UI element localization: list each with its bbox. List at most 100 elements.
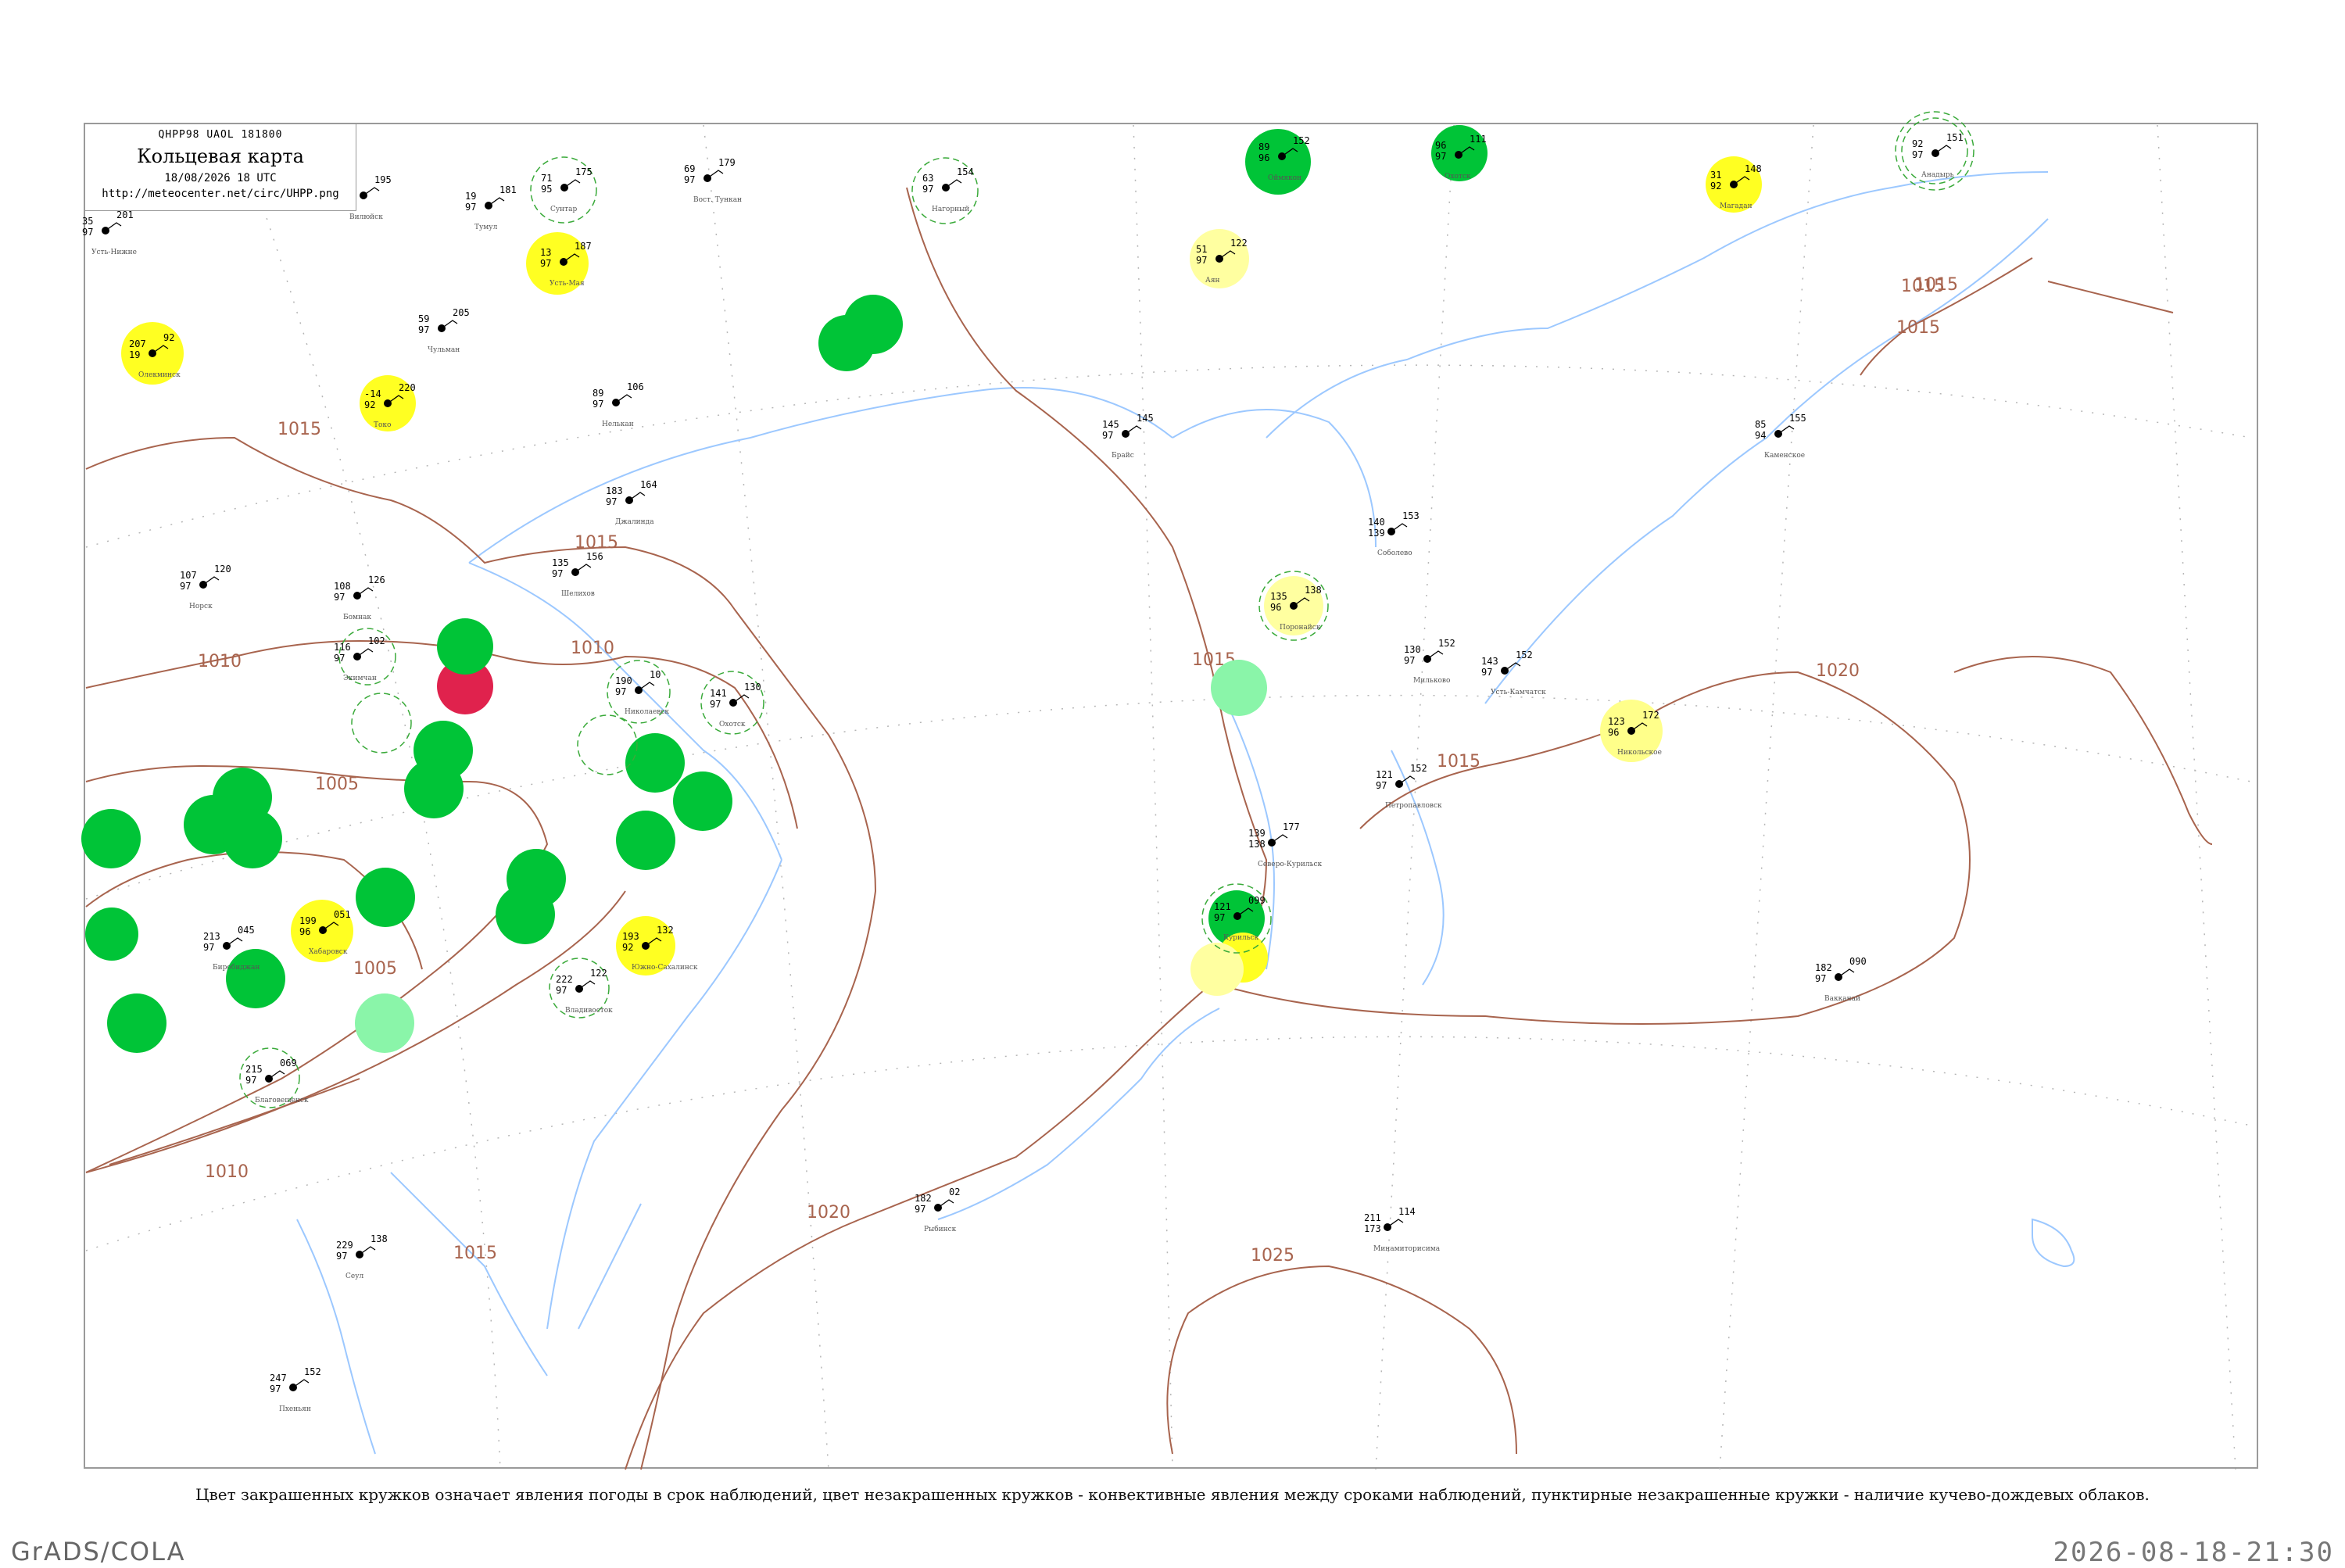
station-temperature: 182: [915, 1193, 932, 1204]
cb-circle: [577, 714, 638, 775]
station-pressure: 138: [371, 1233, 388, 1244]
station-dewpoint: 92: [1710, 181, 1721, 192]
station-plot: 24797 152 Пхеньян: [270, 1366, 321, 1413]
wind-barb: [578, 980, 596, 990]
station-temperature: 130: [1404, 644, 1421, 655]
station-dewpoint: 97: [684, 174, 695, 185]
station-temperature: 207: [129, 338, 146, 349]
station-dewpoint: 94: [1755, 430, 1766, 441]
station-plot: 7195 175 Сунтар: [541, 166, 593, 213]
wind-barb: [638, 682, 655, 691]
station-name: Минамиторисима: [1373, 1245, 1441, 1253]
station-pressure: 045: [238, 925, 255, 936]
station-pressure: 138: [1305, 585, 1322, 596]
wind-barb: [202, 576, 220, 585]
station-pressure: 02: [949, 1187, 960, 1197]
station-dewpoint: 97: [1214, 912, 1225, 923]
isobar-label: 1015: [1896, 318, 1940, 338]
station-temperature: 121: [1376, 769, 1393, 780]
station-name: Оймякон: [1268, 174, 1301, 182]
station-name: Норск: [189, 603, 213, 610]
station-pressure: 92: [163, 332, 174, 343]
station-temperature: 247: [270, 1373, 287, 1384]
station-name: Олекминск: [138, 371, 181, 379]
wind-barb: [292, 1379, 310, 1388]
wind-barb: [628, 492, 646, 501]
station-dewpoint: 19: [129, 349, 140, 360]
station-name: Соболево: [1377, 549, 1412, 557]
station-pressure: 122: [1230, 238, 1248, 249]
station-name: Экимчан: [343, 675, 377, 682]
station-temperature: 89: [1258, 141, 1269, 152]
wind-barb: [1838, 968, 1855, 978]
isobar-label: 1025: [1251, 1246, 1294, 1265]
wind-barb: [359, 1246, 376, 1255]
station-pressure: 152: [1410, 763, 1427, 774]
station-dewpoint: 97: [270, 1384, 281, 1394]
station-plot: 14597145Брайс: [1102, 413, 1154, 460]
station-dewpoint: 97: [336, 1251, 347, 1262]
station-temperature: 193: [622, 931, 639, 942]
station-plot: 18397 164 Джалинда: [606, 479, 657, 526]
station-temperature: 19: [465, 191, 476, 202]
station-pressure: 10: [650, 669, 661, 680]
isobar-label: 1010: [198, 652, 242, 671]
cb-circle: [351, 693, 412, 754]
station-name: Охотск: [1445, 173, 1471, 181]
station-pressure: 106: [627, 381, 644, 392]
station-dewpoint: 173: [1364, 1223, 1381, 1234]
station-temperature: 96: [1435, 140, 1446, 151]
station-dewpoint: 97: [465, 202, 476, 213]
station-pressure: 153: [1402, 510, 1420, 521]
station-temperature: 71: [541, 173, 552, 184]
station-pressure: 090: [1849, 956, 1867, 967]
station-dewpoint: 139: [1368, 528, 1385, 539]
rain-circle: [625, 733, 685, 793]
rain-circle: [437, 618, 493, 675]
coastlines: [296, 171, 2075, 1455]
rain-circle: [85, 908, 138, 961]
isobar-label: 1015: [1437, 752, 1480, 771]
isobars: [85, 187, 2213, 1470]
station-dewpoint: 96: [299, 926, 310, 937]
station-plot: 12197 152 Петропавловск: [1376, 763, 1442, 810]
station-plot: 139138 177 Северо-Курильск: [1248, 822, 1323, 868]
station-temperature: 59: [418, 313, 429, 324]
station-name: Никольское: [1617, 749, 1662, 757]
station-name: Мильково: [1413, 677, 1450, 685]
station-temperature: 123: [1608, 716, 1625, 727]
station-dewpoint: 97: [334, 653, 345, 664]
station-pressure: 175: [575, 166, 593, 177]
station-name: Усть-Нижне: [91, 249, 137, 256]
station-temperature: 183: [606, 485, 623, 496]
station-temperature: 51: [1196, 244, 1207, 255]
station-pressure: 102: [368, 635, 385, 646]
light-yellow-circle: [1190, 943, 1244, 996]
station-name: Сунтар: [550, 206, 578, 213]
isobar-label: 1010: [205, 1162, 249, 1182]
isobar-label: 1015: [575, 533, 618, 553]
station-pressure: 130: [744, 682, 761, 693]
wind-barb: [1125, 425, 1142, 435]
station-dewpoint: 92: [622, 942, 633, 953]
station-dewpoint: 97: [1481, 667, 1492, 678]
station-name: Северо-Курильск: [1258, 861, 1323, 868]
station-dewpoint: 97: [915, 1204, 925, 1215]
station-temperature: 13: [540, 247, 551, 258]
station-pressure: 187: [575, 241, 592, 252]
showers-light-circle: [355, 993, 414, 1053]
station-temperature: 31: [1710, 170, 1721, 181]
station-temperature: 143: [1481, 656, 1498, 667]
station-plot: 18297 090 Вакканай: [1815, 956, 1867, 1003]
rain-circle: [223, 809, 282, 868]
isobar-label: 1010: [571, 639, 614, 658]
station-temperature: 135: [552, 557, 569, 568]
wind-barb: [575, 564, 592, 573]
station-pressure: 152: [1293, 135, 1310, 146]
station-temperature: 213: [203, 931, 220, 942]
rain-circle: [673, 771, 732, 831]
station-plot: 140139 153 Соболево: [1368, 510, 1420, 557]
station-name: Курильск: [1223, 934, 1259, 942]
station-pressure: 122: [590, 968, 607, 979]
station-dewpoint: 97: [593, 399, 603, 410]
